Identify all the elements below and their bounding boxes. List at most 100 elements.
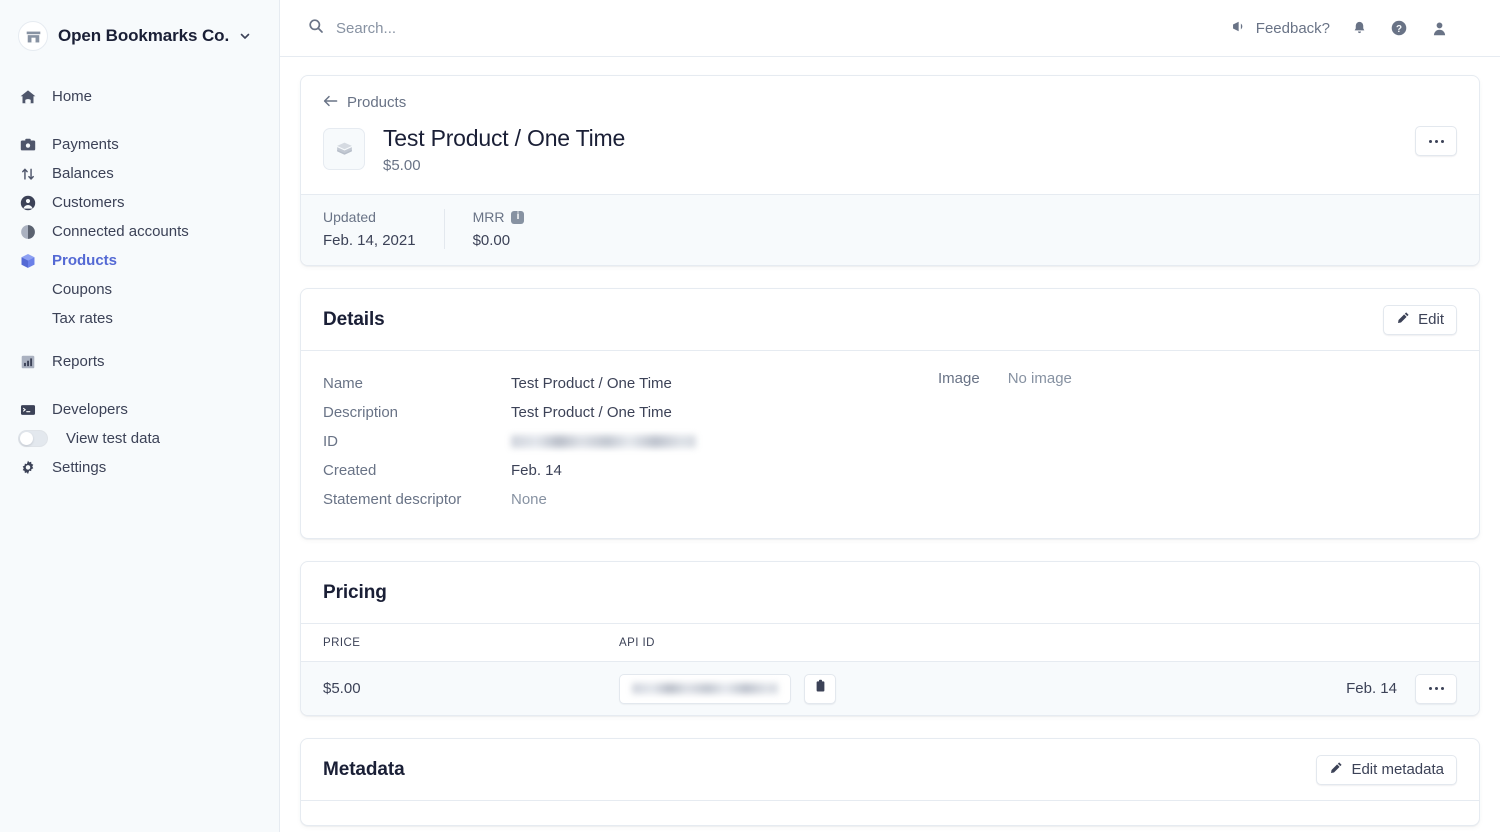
detail-key: Created [323, 462, 377, 480]
edit-metadata-button[interactable]: Edit metadata [1316, 754, 1457, 785]
column-header-api-id: API ID [619, 636, 655, 649]
pricing-header: Pricing [301, 562, 1479, 625]
edit-details-label: Edit [1418, 311, 1444, 329]
sidebar-item-label: View test data [66, 430, 160, 447]
product-overflow-button[interactable] [1415, 126, 1457, 156]
toggle-off-icon[interactable] [18, 429, 48, 449]
cell-api-id [619, 673, 1346, 704]
sidebar-item-label: Settings [52, 459, 107, 476]
column-header-price: PRICE [323, 636, 361, 649]
price-overflow-button[interactable] [1415, 673, 1457, 704]
sidebar-item-connected-accounts[interactable]: Connected accounts [0, 217, 279, 246]
detail-row: Description Test Product / One Time [323, 398, 938, 427]
balances-icon [18, 164, 38, 184]
sidebar-item-developers[interactable]: Developers [0, 395, 279, 424]
details-card: Details Edit Name Test Product / One Tim… [300, 288, 1480, 540]
terminal-icon [18, 400, 38, 420]
detail-key: Description [323, 404, 399, 422]
account-switcher[interactable]: Open Bookmarks Co. [0, 12, 279, 56]
page-title: Test Product / One Time [383, 125, 626, 151]
chevron-down-icon [239, 30, 251, 42]
ellipsis-icon [1428, 139, 1444, 143]
search-container[interactable] [308, 18, 1231, 39]
topbar: Feedback? ? [280, 0, 1500, 57]
product-price-sub: $5.00 [383, 157, 421, 175]
sidebar-item-payments[interactable]: Payments [0, 130, 279, 159]
user-avatar-icon[interactable] [1428, 17, 1450, 39]
detail-key: Name [323, 375, 364, 393]
detail-value: Test Product / One Time [511, 404, 672, 422]
connected-accounts-icon [18, 222, 38, 242]
sidebar-item-home[interactable]: Home [0, 82, 279, 111]
search-input[interactable] [336, 19, 676, 37]
sidebar-item-products[interactable]: Products [0, 246, 279, 275]
question-circle-icon[interactable]: ? [1388, 17, 1410, 39]
storefront-icon [18, 21, 48, 51]
toggle-knob [20, 432, 33, 445]
product-header-actions [1415, 126, 1457, 156]
details-body: Name Test Product / One Time Description… [301, 351, 1479, 538]
stat-value: $0.00 [472, 232, 511, 250]
bell-icon[interactable] [1348, 17, 1370, 39]
sidebar-item-label: Products [52, 252, 118, 269]
sidebar-item-label: Developers [52, 401, 128, 418]
stat-updated: Updated Feb. 14, 2021 [323, 209, 444, 249]
brand-name: Open Bookmarks Co. [58, 26, 230, 45]
cell-actions [1415, 673, 1457, 704]
detail-row: Created Feb. 14 [323, 456, 938, 485]
stat-label-text: MRR [472, 209, 505, 226]
edit-metadata-label: Edit metadata [1351, 761, 1444, 779]
detail-value: None [511, 491, 547, 509]
feedback-button[interactable]: Feedback? [1231, 18, 1330, 39]
sidebar-item-reports[interactable]: Reports [0, 347, 279, 376]
stat-label: MRR i [473, 209, 525, 225]
metadata-header: Metadata Edit metadata [301, 739, 1479, 802]
test-data-toggle[interactable] [18, 430, 48, 447]
detail-row: Statement descriptor None [323, 485, 938, 514]
cube-icon [323, 128, 365, 170]
breadcrumb-label: Products [347, 94, 407, 111]
breadcrumb-back-products[interactable]: Products [323, 94, 406, 111]
clipboard-icon [814, 679, 827, 698]
sidebar-item-balances[interactable]: Balances [0, 159, 279, 188]
stat-mrr: MRR i $0.00 [443, 209, 553, 250]
sidebar-item-label: Home [52, 88, 93, 105]
section-title: Pricing [323, 581, 387, 603]
detail-value: Test Product / One Time [511, 375, 672, 393]
stat-value: Feb. 14, 2021 [323, 232, 416, 250]
table-row[interactable]: $5.00 Feb. 14 [301, 662, 1479, 716]
detail-key: Statement descriptor [323, 491, 462, 509]
section-title: Metadata [323, 758, 405, 780]
info-icon[interactable]: i [511, 210, 525, 224]
pricing-table-header: PRICE API ID [301, 624, 1479, 663]
sidebar-item-settings[interactable]: Settings [0, 453, 279, 482]
sidebar-item-customers[interactable]: Customers [0, 188, 279, 217]
details-header: Details Edit [301, 289, 1479, 352]
customers-icon [18, 193, 38, 213]
sidebar-item-label: Connected accounts [52, 223, 189, 240]
sidebar-item-label: Balances [52, 165, 114, 182]
product-header-top: Products Test Product / One Time $5.00 [301, 76, 1479, 194]
sidebar-nav: Home Payments Balances Customers Connect… [0, 82, 279, 482]
payments-icon [18, 135, 38, 155]
sidebar-item-tax-rates[interactable]: Tax rates [0, 304, 279, 333]
copy-api-id-button[interactable] [804, 673, 836, 704]
sidebar-item-coupons[interactable]: Coupons [0, 275, 279, 304]
product-stats: Updated Feb. 14, 2021 MRR i $0.00 [301, 194, 1479, 266]
edit-details-button[interactable]: Edit [1383, 304, 1457, 335]
detail-row: ID [323, 427, 938, 456]
sidebar: Open Bookmarks Co. Home Payments Balance… [0, 0, 280, 832]
api-id-field[interactable] [619, 673, 791, 704]
detail-row: Name Test Product / One Time [323, 369, 938, 398]
details-fields: Name Test Product / One Time Description… [323, 369, 938, 514]
ellipsis-icon [1428, 687, 1444, 691]
topbar-actions: Feedback? ? [1231, 17, 1450, 39]
detail-key: ID [323, 433, 338, 451]
section-title: Details [323, 308, 385, 330]
sidebar-item-view-test-data[interactable]: View test data [0, 424, 279, 453]
image-value: No image [1007, 370, 1072, 388]
reports-icon [18, 352, 38, 372]
product-id-redacted [511, 435, 696, 449]
